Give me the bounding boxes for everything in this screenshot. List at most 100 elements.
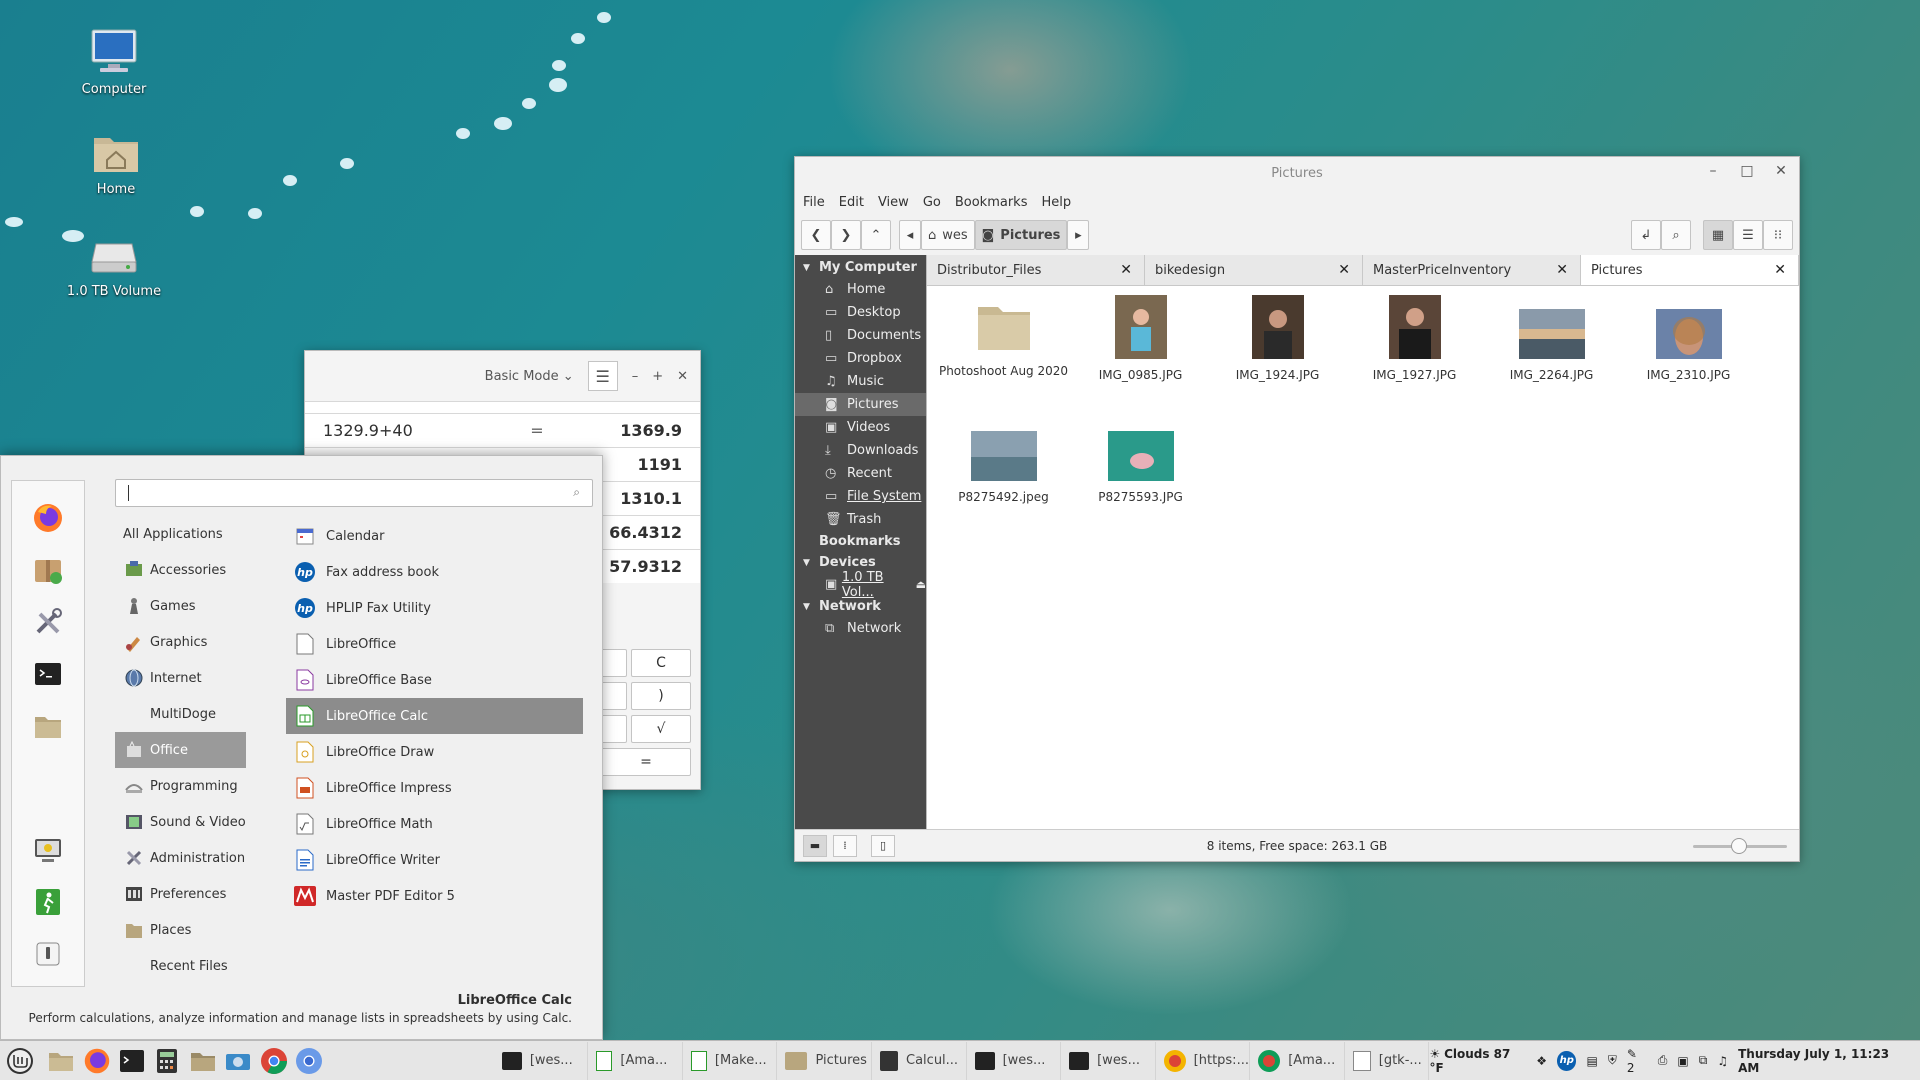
network-icon[interactable]: ⧉: [1699, 1053, 1708, 1068]
eject-icon[interactable]: ⏏: [916, 578, 926, 591]
hamburger-menu-button[interactable]: ☰: [587, 361, 618, 391]
zoom-slider-handle[interactable]: [1731, 837, 1747, 854]
close-paren-button[interactable]: ): [631, 682, 691, 710]
printer-icon[interactable]: ⎙: [1658, 1053, 1668, 1068]
file-item[interactable]: IMG_1924.JPG: [1209, 295, 1346, 423]
file-view[interactable]: Distributor_Files ✕ bikedesign ✕ MasterPri…: [926, 255, 1799, 829]
category-games[interactable]: Games: [115, 588, 246, 624]
tab-distributor-files[interactable]: Distributor_Files ✕: [927, 255, 1145, 285]
window-titlebar[interactable]: Pictures – □ ✕: [795, 157, 1799, 189]
app-calendar[interactable]: Calendar: [286, 518, 583, 554]
package-manager-icon[interactable]: [31, 553, 65, 587]
keypad-button[interactable]: [601, 682, 627, 710]
menu-view[interactable]: View: [878, 195, 909, 210]
sidebar-section-network[interactable]: ▼ Network: [795, 596, 926, 617]
tab-pictures[interactable]: Pictures ✕: [1581, 255, 1799, 285]
category-all-applications[interactable]: All Applications: [115, 516, 246, 552]
zoom-slider[interactable]: [1693, 837, 1787, 854]
show-places-button[interactable]: ▬: [803, 834, 827, 857]
mint-menu-icon[interactable]: [2, 1043, 37, 1079]
file-item[interactable]: P8275593.JPG: [1072, 423, 1209, 551]
search-input[interactable]: ⌕: [115, 479, 593, 507]
weather-applet[interactable]: ☀ Clouds 87 °F: [1429, 1047, 1526, 1075]
dropbox-icon[interactable]: ❖: [1536, 1054, 1547, 1068]
category-programming[interactable]: Programming: [115, 768, 246, 804]
sidebar-item-desktop[interactable]: ▭ Desktop: [795, 301, 926, 324]
task-chrome-1[interactable]: [https:...: [1156, 1041, 1251, 1080]
close-icon[interactable]: ✕: [1120, 262, 1132, 278]
up-button[interactable]: ⌃: [861, 220, 891, 250]
toggle-location-button[interactable]: ↲: [1631, 220, 1661, 250]
path-scroll-right-button[interactable]: ▸: [1067, 220, 1090, 250]
sidebar-item-downloads[interactable]: ⤓ Downloads: [795, 439, 926, 462]
path-button-pictures[interactable]: ◙ Pictures: [974, 220, 1068, 250]
file-item[interactable]: IMG_1927.JPG: [1346, 295, 1483, 423]
clock[interactable]: Thursday July 1, 11:23 AM: [1738, 1047, 1910, 1075]
clear-button[interactable]: C: [631, 649, 691, 677]
shutdown-icon[interactable]: [31, 937, 65, 971]
sidebar-item-music[interactable]: ♫ Music: [795, 370, 926, 393]
lock-screen-icon[interactable]: [31, 833, 65, 867]
task-terminal-3[interactable]: [wes...: [1061, 1041, 1156, 1080]
list-view-button[interactable]: ☰: [1733, 220, 1763, 250]
keypad-button[interactable]: [601, 715, 627, 743]
firefox-icon[interactable]: [31, 501, 65, 535]
sidebar-item-volume[interactable]: ▣ 1.0 TB Vol... ⏏: [795, 570, 926, 600]
path-button-home[interactable]: ⌂ wes: [921, 220, 975, 250]
category-internet[interactable]: Internet: [115, 660, 246, 696]
history-row[interactable]: 1329.9+40 = 1369.9: [305, 413, 700, 447]
category-recent-files[interactable]: Recent Files: [115, 948, 246, 984]
sidebar-item-file-system[interactable]: ▭ File System: [795, 485, 926, 508]
shield-icon[interactable]: ⛨: [1608, 1053, 1617, 1068]
sidebar-item-videos[interactable]: ▣ Videos: [795, 416, 926, 439]
category-office[interactable]: Office: [115, 732, 246, 768]
show-desktop-icon[interactable]: [43, 1043, 78, 1079]
desktop-icon-volume[interactable]: 1.0 TB Volume: [54, 228, 174, 299]
file-item[interactable]: IMG_2310.JPG: [1620, 295, 1757, 423]
sidebar-item-home[interactable]: ⌂ Home: [795, 278, 926, 301]
notifications-icon[interactable]: ✎ 2: [1627, 1047, 1648, 1075]
hide-sidebar-button[interactable]: ▯: [871, 834, 895, 857]
task-calc-sheet-2[interactable]: [Make...: [683, 1041, 778, 1080]
menu-file[interactable]: File: [803, 195, 825, 210]
menu-go[interactable]: Go: [923, 195, 941, 210]
file-item[interactable]: P8275492.jpeg: [935, 423, 1072, 551]
category-multidoge[interactable]: MultiDoge: [115, 696, 246, 732]
chromium-icon[interactable]: [291, 1043, 326, 1079]
sidebar-item-recent[interactable]: ◷ Recent: [795, 462, 926, 485]
firefox-icon[interactable]: [79, 1043, 114, 1079]
chrome-icon[interactable]: [256, 1043, 291, 1079]
task-calculator[interactable]: Calcul...: [872, 1041, 967, 1080]
logout-icon[interactable]: [31, 885, 65, 919]
menu-help[interactable]: Help: [1041, 195, 1071, 210]
close-icon[interactable]: ✕: [1774, 262, 1786, 278]
category-sound-video[interactable]: Sound & Video: [115, 804, 246, 840]
desktop-icon-computer[interactable]: Computer: [54, 26, 174, 97]
sqrt-button[interactable]: √: [631, 715, 691, 743]
desktop-icon-home[interactable]: Home: [56, 126, 176, 197]
task-text-editor[interactable]: [gtk-...: [1345, 1041, 1430, 1080]
sidebar-item-documents[interactable]: ▯ Documents: [795, 324, 926, 347]
volume-icon[interactable]: ♫: [1717, 1054, 1728, 1068]
clipboard-icon[interactable]: ▤: [1586, 1054, 1597, 1068]
tab-masterpriceinventory[interactable]: MasterPriceInventory ✕: [1363, 255, 1581, 285]
close-icon[interactable]: ✕: [1771, 163, 1791, 179]
keypad-button[interactable]: [601, 649, 627, 677]
mode-selector[interactable]: Basic Mode ⌄: [485, 369, 574, 384]
category-places[interactable]: Places: [115, 912, 246, 948]
app-libreoffice-draw[interactable]: LibreOffice Draw: [286, 734, 583, 770]
display-icon[interactable]: ▣: [1677, 1054, 1688, 1068]
menu-bookmarks[interactable]: Bookmarks: [955, 195, 1028, 210]
path-scroll-left-button[interactable]: ◂: [899, 220, 921, 250]
files-icon[interactable]: [185, 1043, 220, 1079]
close-icon[interactable]: ✕: [1556, 262, 1568, 278]
sidebar-item-trash[interactable]: 🗑 Trash: [795, 508, 926, 531]
sidebar-item-pictures[interactable]: ◙ Pictures: [795, 393, 926, 416]
app-master-pdf-editor[interactable]: Master PDF Editor 5: [286, 878, 583, 914]
sidebar-item-dropbox[interactable]: ▭ Dropbox: [795, 347, 926, 370]
task-terminal-1[interactable]: [wes...: [494, 1041, 589, 1080]
show-treeview-button[interactable]: ⁞: [833, 834, 857, 857]
search-button[interactable]: ⌕: [1661, 220, 1691, 250]
equals-button[interactable]: =: [601, 748, 691, 776]
category-preferences[interactable]: Preferences: [115, 876, 246, 912]
